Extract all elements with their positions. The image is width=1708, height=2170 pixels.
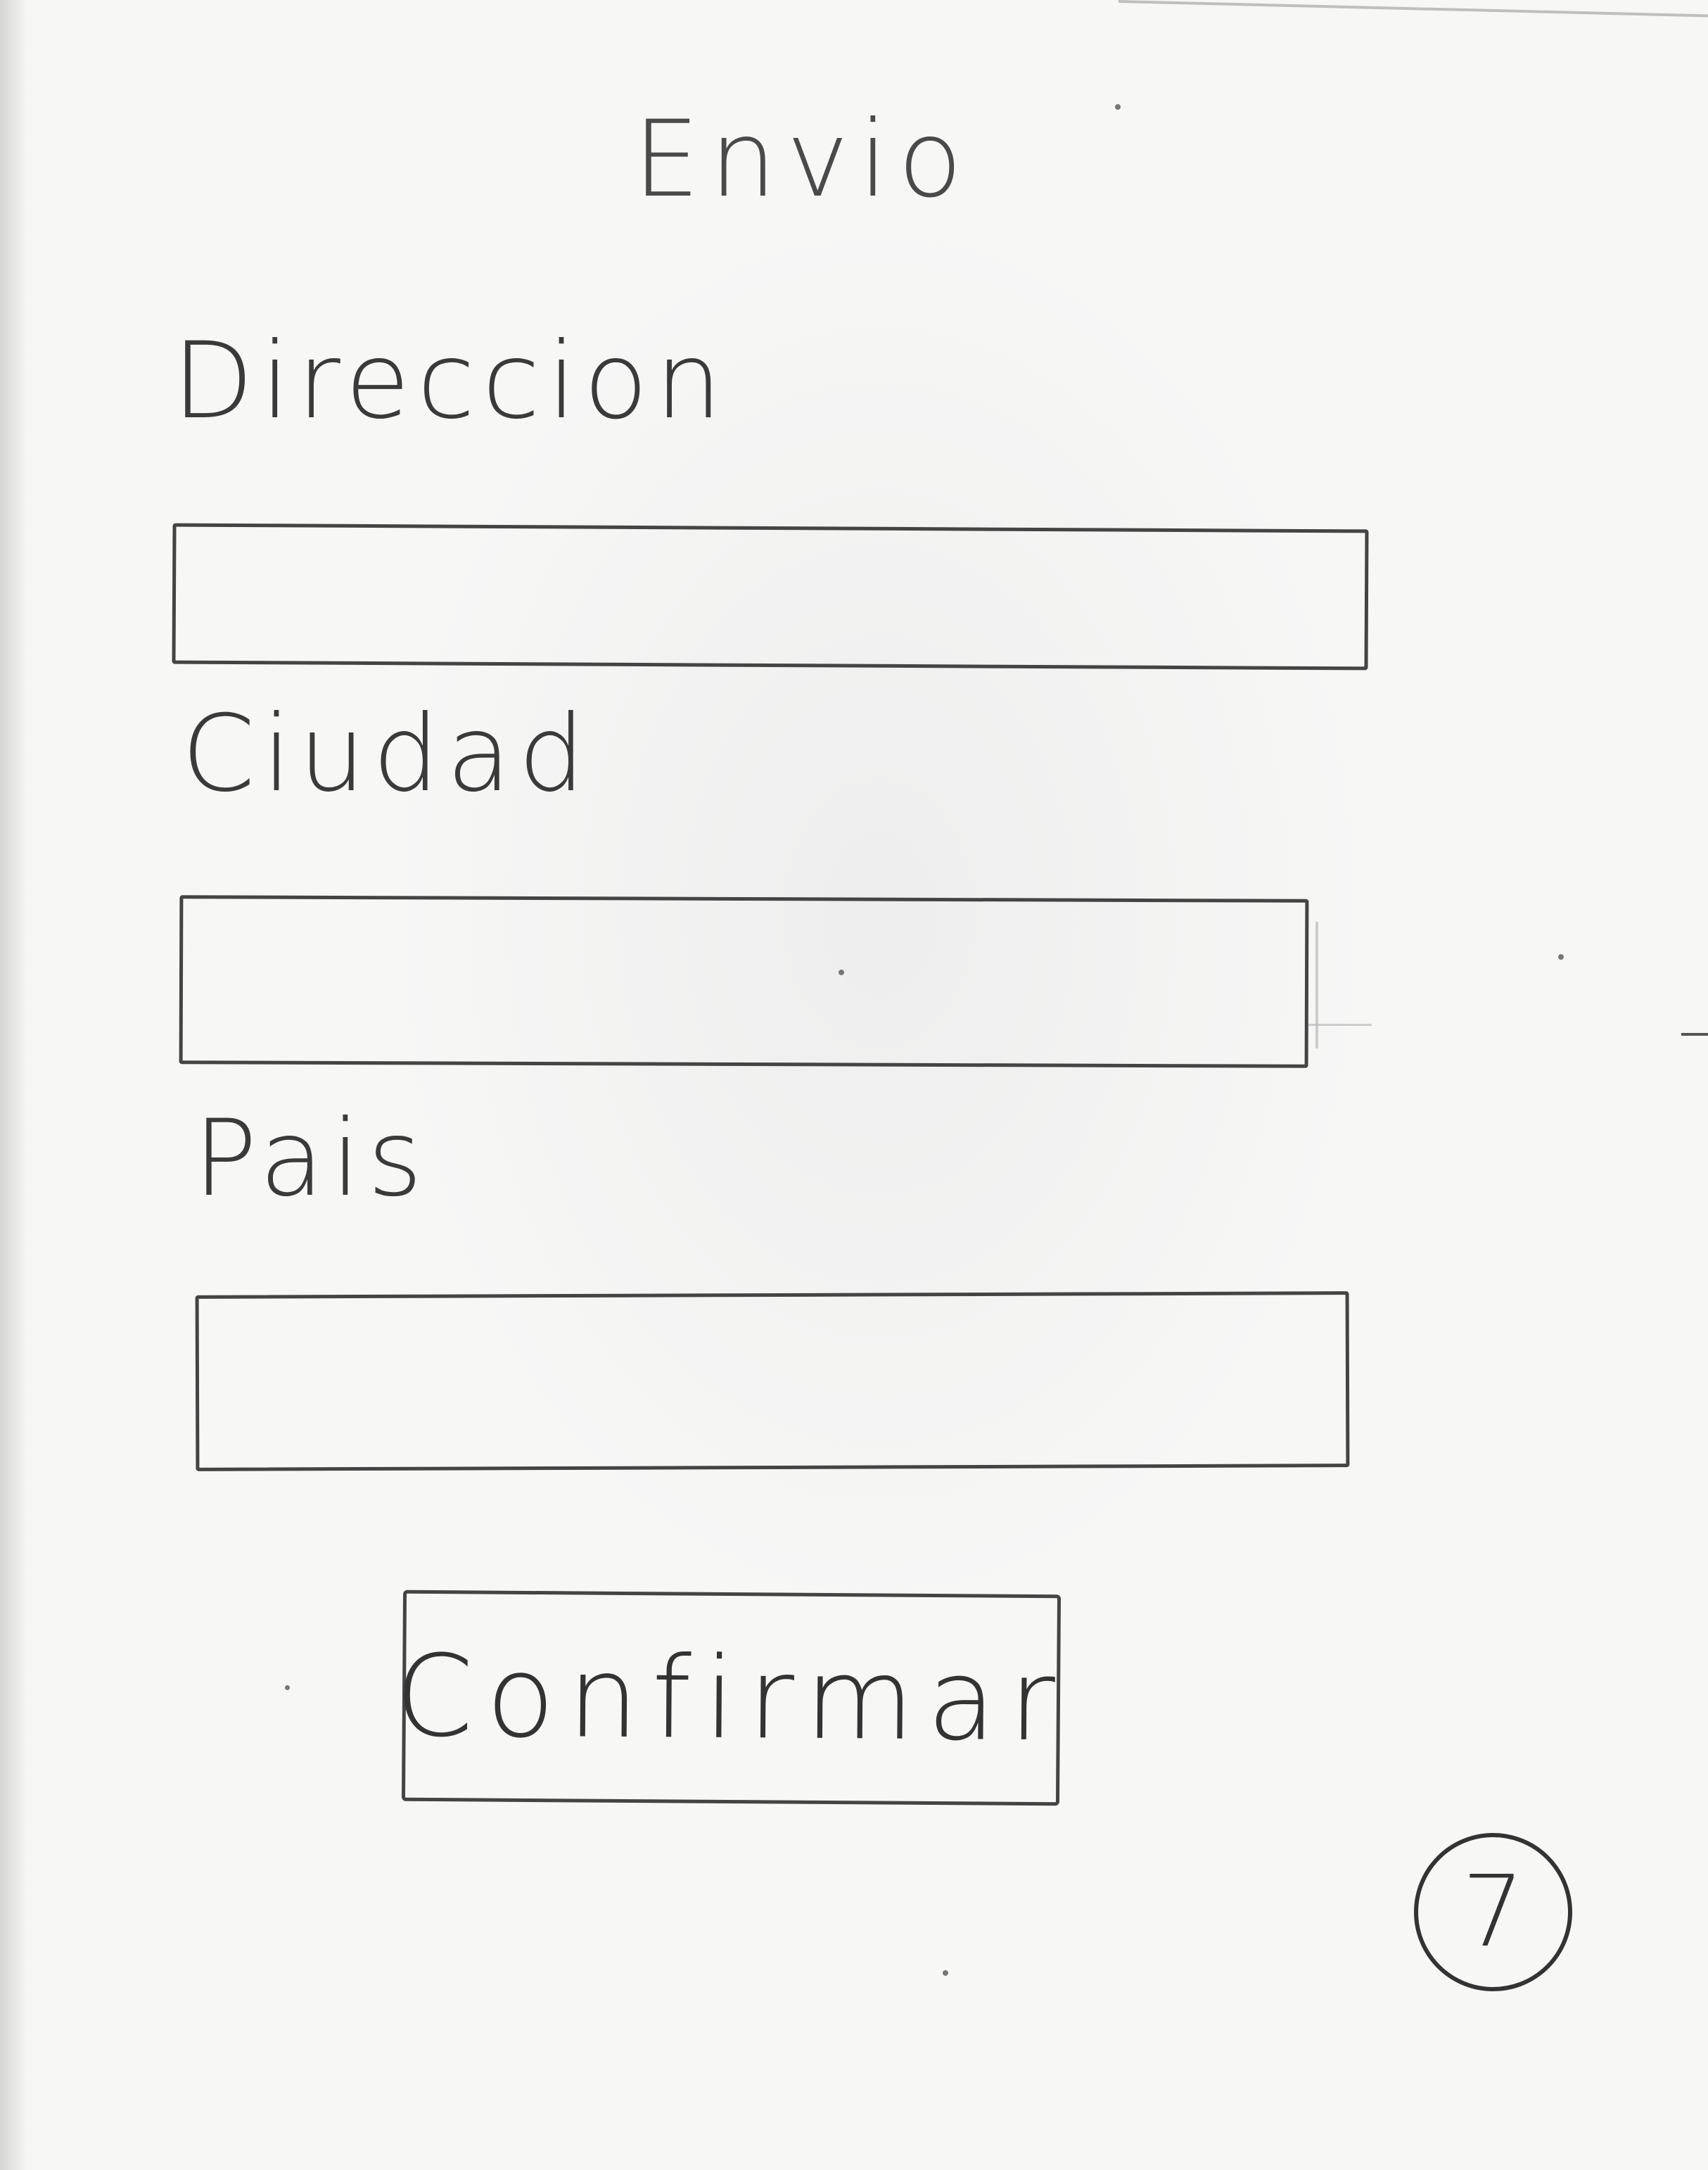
direccion-label: Direccion: [172, 320, 729, 443]
screen-title: Envio: [633, 99, 973, 221]
stray-dot: [1115, 104, 1121, 110]
pais-label: Pais: [193, 1098, 430, 1220]
stray-dot: [943, 1970, 948, 1976]
pais-input[interactable]: [195, 1291, 1350, 1471]
paper-shadow: [0, 0, 28, 2170]
ghost-stroke: [1315, 922, 1318, 1048]
stray-dot: [285, 1685, 290, 1690]
margin-tick-mark: [1681, 1033, 1708, 1036]
confirmar-button[interactable]: Confirmar: [395, 1590, 1068, 1806]
ciudad-input[interactable]: [179, 895, 1309, 1068]
ghost-stroke: [1308, 1024, 1372, 1026]
ciudad-label: Ciudad: [181, 693, 592, 816]
stray-dot: [1558, 954, 1564, 960]
stray-dot: [839, 970, 844, 975]
page-number: 7: [1461, 1855, 1525, 1969]
page-number-badge: 7: [1414, 1833, 1572, 1991]
direccion-input[interactable]: [172, 523, 1369, 671]
confirmar-button-label: Confirmar: [394, 1630, 1069, 1766]
